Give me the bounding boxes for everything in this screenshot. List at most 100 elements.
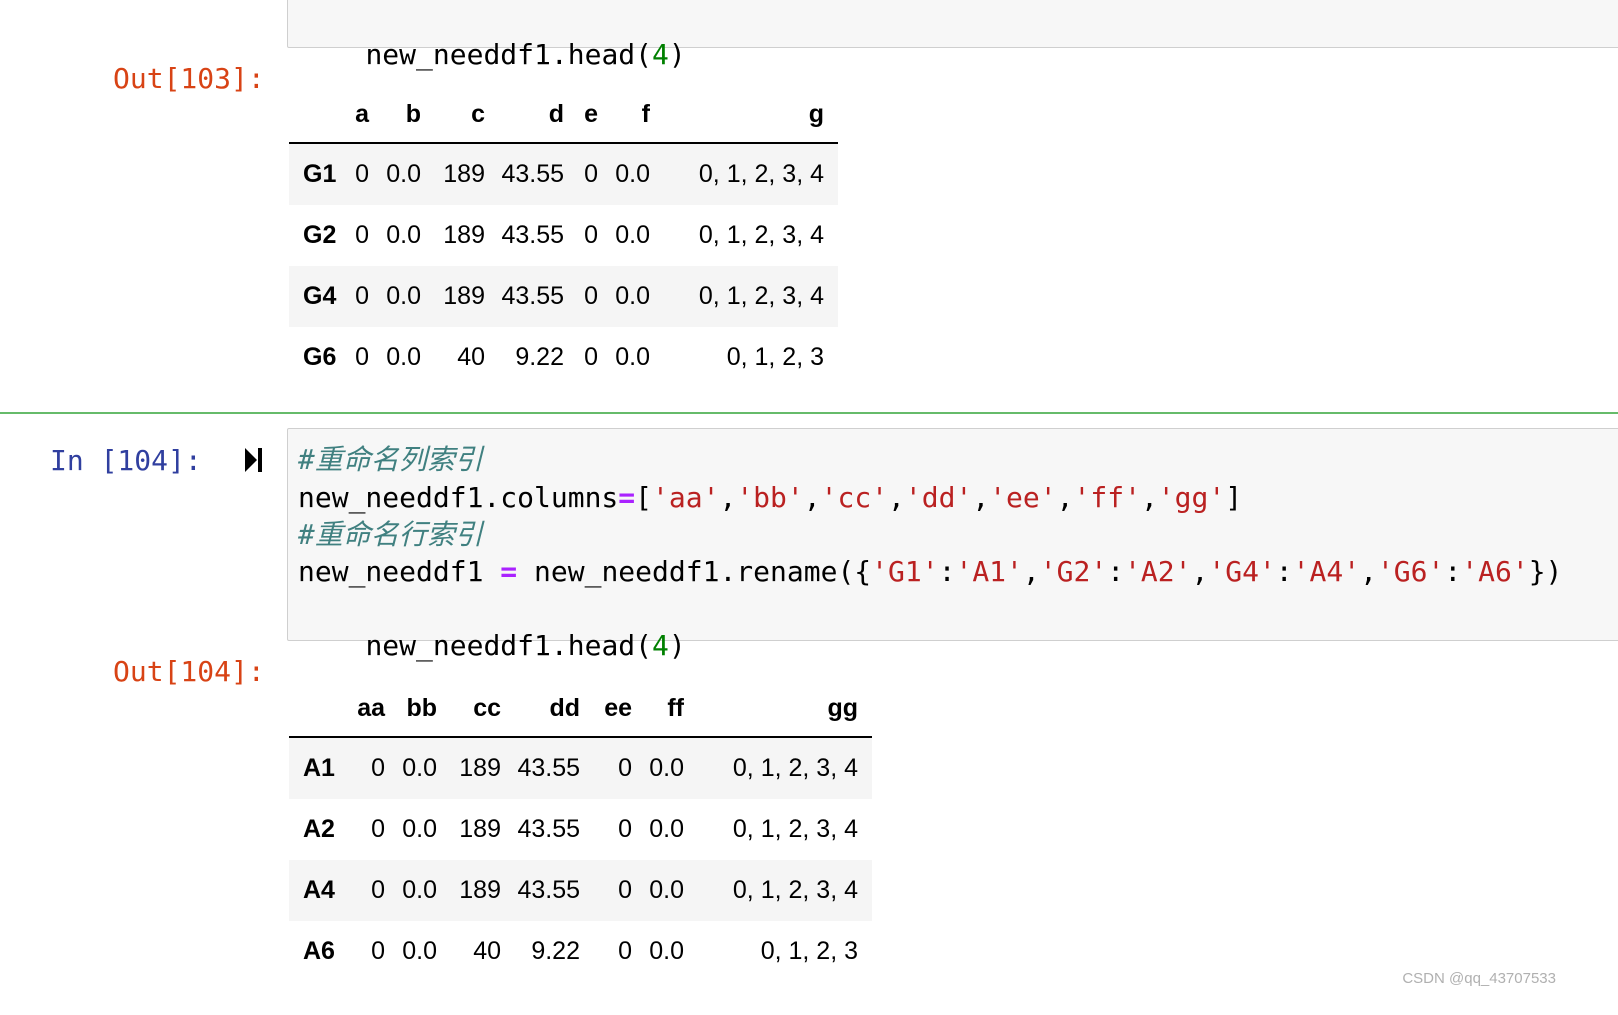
table-cell: 9.22 [531,937,580,965]
code-text: , [1056,481,1074,514]
table-header-row: a b c de f g [289,86,838,143]
table-cell: 43.55 [501,282,564,310]
code-operator: = [500,555,518,588]
column-header: f [641,99,650,128]
dataframe-output-104: aa bb cc dd ee ff gg A1 0 0.0 189 43.55 0 0.0 0, 1, 2… [289,680,872,982]
column-header: gg [827,693,858,722]
table-cell: 43.55 [517,876,580,904]
table-cell: 40 [457,343,485,371]
code-string: 'G4' [1208,555,1276,588]
table-header-row: aa bb cc dd ee ff gg [289,680,872,737]
table-cell: 0.0 [615,343,650,371]
table-cell: 0 [584,282,598,310]
table-cell: 0.0 [386,221,421,249]
table-cell: 0.0 [649,937,684,965]
table-cell: 0 [355,221,369,249]
code-text: : [1444,555,1462,588]
table-cell: 0.0 [402,754,437,782]
index-header [289,680,349,737]
table-cell: 43.55 [501,221,564,249]
table-cell: 189 [443,282,485,310]
table-cell: 43.55 [501,160,564,188]
code-text: , [1360,555,1377,588]
table-cell: 0, 1, 2, 3 [760,937,858,965]
table-cell: 0.0 [649,754,684,782]
table-cell: 0.0 [402,815,437,843]
table-cell: 0.0 [615,160,650,188]
code-text: new_needdf1 [298,555,501,588]
table-cell: 0 [618,937,632,965]
table-row: G6 0 0.0 40 9.22 0 0.0 0, 1, 2, 3 [289,327,838,388]
row-index: A4 [303,876,335,904]
index-header [289,86,349,143]
cell-separator [0,412,1618,414]
table-cell: 0, 1, 2, 3 [726,343,824,371]
table-cell: 189 [443,221,485,249]
cell-104-input[interactable]: #重命名列索引 new_needdf1.columns=['aa','bb','… [287,428,1618,662]
dataframe-output-103: abcdefg G1 0 0.0 189 43.55 0 0.0 0, 1, 2, 3, 4G… [289,86,838,388]
code-text: ] [1225,481,1243,514]
table-cell: 0 [355,343,369,371]
table-cell: 40 [473,937,501,965]
code-text: , [1140,481,1158,514]
table-cell: 0 [584,221,598,249]
row-index: A6 [303,937,335,965]
table-cell: 43.55 [517,815,580,843]
code-string: 'cc' [820,481,889,514]
code-text: , [1022,555,1040,588]
column-header: ff [667,693,684,722]
cell-103-input[interactable]: new_needdf1.head(4) [287,0,1618,71]
table-cell: 0.0 [615,282,650,310]
code-text: ) [668,629,686,662]
table-cell: 0 [371,754,385,782]
code-text: , [972,481,990,514]
column-header: c [471,99,485,128]
row-index: G1 [303,160,337,188]
table-cell: 189 [443,160,485,188]
code-text: : [938,555,956,588]
table-row: G2 0 0.0 189 43.55 0 0.0 0, 1, 2, 3, 4 [289,205,838,266]
table-cell: 0 [584,160,598,188]
run-cell-icon[interactable] [243,445,265,475]
column-header: ee [604,693,632,722]
code-string: 'gg' [1157,481,1226,514]
table-row: G1 0 0.0 189 43.55 0 0.0 0, 1, 2, 3, 4 [289,143,838,205]
column-header: dd [549,693,580,722]
table-cell: 0 [618,815,632,843]
code-text: ) [668,38,686,71]
table-cell: 0, 1, 2, 3, 4 [732,815,858,843]
code-text: , [1191,555,1209,588]
table-cell: 0 [371,815,385,843]
code-text: , [888,481,905,514]
table-cell: 0 [355,282,369,310]
table-cell: 0.0 [649,876,684,904]
row-index: G2 [303,221,337,249]
table-row: G4 0 0.0 189 43.55 0 0.0 0, 1, 2, 3, 4 [289,266,838,327]
code-text: new_needdf1.rename({ [517,555,872,588]
table-cell: 0.0 [386,282,421,310]
table-cell: 0.0 [615,221,650,249]
code-string: 'G1' [871,555,939,588]
code-text: , [803,481,821,514]
code-string: 'A6' [1461,555,1529,588]
table-row: A6 0 0.0 40 9.22 0 0.0 0, 1, 2, 3 [289,921,872,982]
code-text: , [719,481,737,514]
column-header: cc [473,693,501,722]
code-number: 4 [652,38,669,71]
code-string: 'aa' [652,481,720,514]
code-line-columns: new_needdf1.columns=['aa','bb','cc','dd'… [298,479,1242,516]
code-string: 'G6' [1376,555,1445,588]
code-text: new_needdf1.head( [365,629,653,662]
code-string: 'bb' [736,481,804,514]
table-cell: 0, 1, 2, 3, 4 [732,876,858,904]
column-header: d [548,99,564,128]
table-cell: 0, 1, 2, 3, 4 [698,282,824,310]
table-cell: 43.55 [517,754,580,782]
table-row: A1 0 0.0 189 43.55 0 0.0 0, 1, 2, 3, 4 [289,737,872,799]
column-header: e [584,99,598,128]
code-comment: #重命名列索引 [298,443,483,476]
table-cell: 0, 1, 2, 3, 4 [698,160,824,188]
out-prompt-104: Out[104]: [113,655,265,688]
table-cell: 0.0 [402,876,437,904]
table-cell: 189 [459,876,501,904]
